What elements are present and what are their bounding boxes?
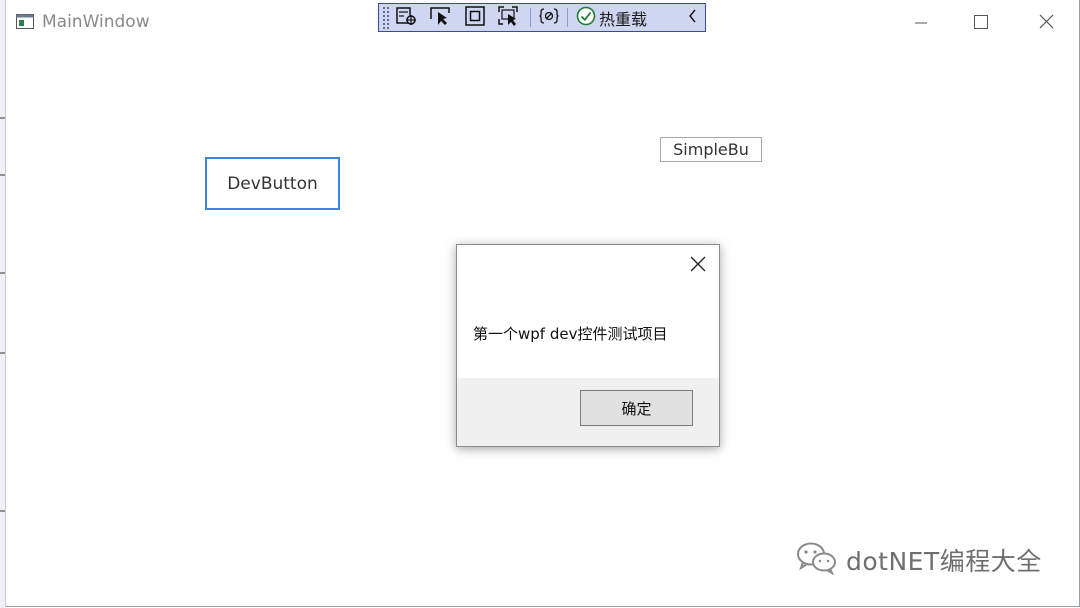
toolbar-separator: [530, 8, 531, 27]
live-visual-tree-button[interactable]: [390, 4, 424, 31]
collapse-toolbar-button[interactable]: [681, 4, 705, 31]
wechat-icon: [796, 541, 838, 579]
check-circle-icon: [576, 6, 596, 30]
dev-button[interactable]: DevButton: [205, 157, 340, 210]
track-focused-element-icon: [498, 5, 520, 30]
xaml-debug-toolbar: 热重载: [378, 3, 706, 32]
live-visual-tree-icon: [396, 6, 418, 30]
hot-reload-label: 热重载: [599, 9, 648, 29]
binding-failures-button[interactable]: [535, 4, 563, 31]
minimize-icon: [914, 14, 928, 33]
ok-button[interactable]: 确定: [580, 390, 693, 426]
chevron-left-icon: [688, 8, 698, 27]
track-focused-element-button[interactable]: [492, 4, 526, 31]
window-title: MainWindow: [42, 12, 150, 32]
maximize-icon: [974, 14, 988, 33]
message-text: 第一个wpf dev控件测试项目: [473, 325, 668, 343]
wpf-window-icon: [16, 14, 34, 29]
hot-reload-button[interactable]: 热重载: [572, 6, 651, 30]
watermark: dotNET编程大全: [796, 541, 1042, 579]
display-layout-adorners-button[interactable]: [458, 4, 492, 31]
minimize-button[interactable]: [891, 6, 951, 40]
maximize-button[interactable]: [951, 6, 1011, 40]
select-element-button[interactable]: [424, 4, 458, 31]
simple-button[interactable]: SimpleBu: [660, 137, 762, 162]
close-icon: [690, 256, 706, 276]
message-box-footer: 确定: [457, 378, 719, 446]
toolbar-separator: [567, 8, 568, 27]
close-button[interactable]: [1016, 6, 1076, 40]
display-layout-adorners-icon: [465, 5, 485, 30]
close-icon: [1039, 14, 1054, 33]
watermark-text: dotNET编程大全: [846, 547, 1042, 576]
binding-failures-icon: [539, 7, 559, 29]
toolbar-grip[interactable]: [382, 6, 390, 29]
message-box: 第一个wpf dev控件测试项目 确定: [456, 244, 720, 447]
main-window: MainWindow 热重载 DevButton SimpleBu 第一个wpf…: [5, 0, 1080, 607]
select-element-icon: [430, 6, 452, 30]
message-box-close-button[interactable]: [687, 255, 709, 277]
